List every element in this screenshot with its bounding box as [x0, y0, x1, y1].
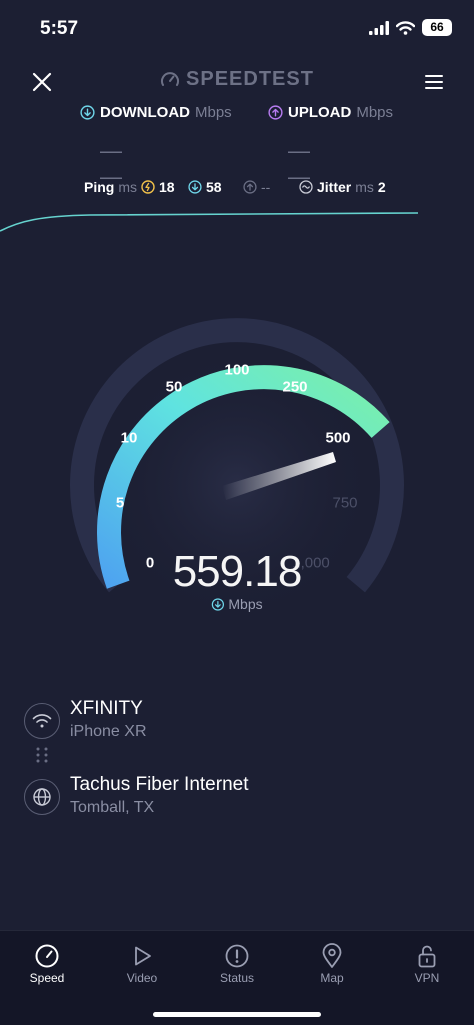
map-pin-icon [322, 943, 342, 968]
jitter-icon [299, 180, 313, 194]
ping-download-value: 58 [206, 179, 222, 195]
tab-bar: Speed Video Status Map VPN [0, 930, 474, 1025]
provider-row[interactable]: XFINITY iPhone XR [24, 698, 444, 748]
server-name: Tachus Fiber Internet [70, 774, 249, 795]
wifi-circle [24, 703, 60, 739]
upload-ping-icon [243, 180, 257, 194]
download-arrow-icon [80, 105, 95, 120]
status-icons: 66 [369, 19, 452, 36]
provider-name: XFINITY [70, 698, 143, 719]
upload-heading: UPLOAD Mbps [268, 104, 393, 121]
tab-video[interactable]: Video [102, 941, 182, 985]
device-name: iPhone XR [70, 723, 147, 740]
ping-label: Ping [84, 179, 115, 195]
menu-button[interactable] [420, 68, 448, 96]
speed-unit-label: Mbps [228, 596, 263, 612]
jitter-label: Jitter [317, 179, 352, 195]
home-indicator [153, 1012, 321, 1017]
ping-idle-value: 18 [159, 179, 175, 195]
ping-idle: Ping ms 18 [84, 179, 175, 195]
ping-unit: ms [118, 179, 138, 195]
hamburger-menu-icon [425, 75, 443, 89]
download-unit: Mbps [195, 104, 232, 121]
connection-info: XFINITY iPhone XR Tachus Fiber Internet … [24, 698, 444, 824]
server-row[interactable]: Tachus Fiber Internet Tomball, TX [24, 774, 444, 824]
gauge-label-500: 500 [325, 429, 351, 447]
globe-icon [33, 788, 51, 806]
tab-vpn[interactable]: VPN [387, 941, 467, 985]
upload-label: UPLOAD [288, 104, 352, 121]
tab-map-label: Map [320, 971, 344, 985]
gauge-label-750: 750 [332, 494, 358, 512]
speedometer-icon [35, 944, 59, 968]
brand-logo: SPEEDTEST [0, 68, 474, 91]
signal-icon [369, 20, 389, 35]
server-location: Tomball, TX [70, 799, 155, 816]
download-label: DOWNLOAD [100, 104, 190, 121]
play-icon [135, 946, 151, 966]
jitter-value: 2 [377, 179, 386, 195]
speed-graph-line [0, 212, 419, 232]
tab-status[interactable]: Status [197, 941, 277, 985]
upload-value: — — [288, 138, 312, 189]
speed-value: 559.18 [172, 547, 303, 596]
ping-upload-value: -- [261, 179, 271, 195]
status-time: 5:57 [40, 18, 79, 39]
top-bar: SPEEDTEST [0, 64, 474, 100]
brand-title: SPEEDTEST [186, 68, 314, 90]
jitter-unit: ms [355, 179, 374, 195]
wifi-icon [396, 20, 415, 35]
jitter: Jitter ms 2 [299, 179, 386, 195]
tab-speed-label: Speed [29, 971, 65, 985]
gauge-label-250: 250 [282, 378, 308, 396]
lock-icon [418, 945, 436, 968]
gauge-label-0: 0 [145, 554, 155, 572]
wifi-icon [32, 714, 52, 728]
upload-arrow-icon [268, 105, 283, 120]
download-unit-icon [211, 597, 225, 611]
gauge-label-100: 100 [224, 361, 250, 379]
download-heading: DOWNLOAD Mbps [80, 104, 232, 121]
gauge-label-5: 5 [115, 494, 125, 512]
tab-vpn-label: VPN [414, 971, 440, 985]
speed-unit: Mbps [211, 596, 263, 612]
alert-icon [225, 944, 249, 968]
download-value: — — [100, 138, 124, 189]
status-bar: 5:57 66 [0, 0, 474, 56]
ping-upload: -- [243, 179, 270, 195]
tab-video-label: Video [126, 971, 158, 985]
tab-speed[interactable]: Speed [7, 941, 87, 985]
gauge-label-10: 10 [120, 429, 138, 447]
download-ping-icon [188, 180, 202, 194]
tab-status-label: Status [219, 971, 255, 985]
idle-ping-icon [141, 180, 155, 194]
upload-unit: Mbps [356, 104, 394, 121]
connector-dots-icon [36, 747, 48, 763]
gauge-label-50: 50 [165, 378, 183, 396]
speedometer-logo-icon [161, 71, 180, 86]
tab-map[interactable]: Map [292, 941, 372, 985]
globe-circle [24, 779, 60, 815]
ping-row: Ping ms 18 58 -- Jitter ms 2 [0, 179, 474, 199]
ping-download: 58 [188, 179, 222, 195]
battery-indicator: 66 [422, 19, 452, 36]
